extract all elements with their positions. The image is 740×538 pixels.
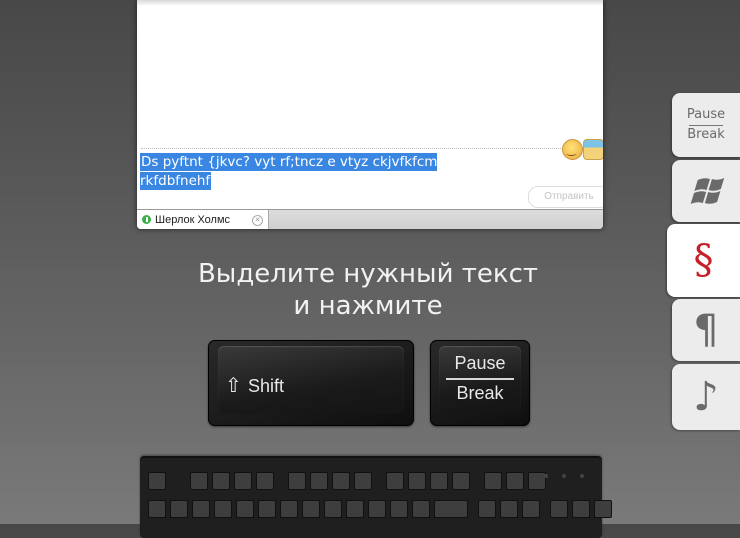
keyboard-led <box>580 474 584 478</box>
keyboard-key <box>412 500 430 518</box>
online-status-icon <box>142 215 151 224</box>
sidetab-break-label: Break <box>687 127 725 142</box>
chat-tab-bar: Шерлок Холмс ✕ <box>137 209 603 229</box>
sidetab-section[interactable]: § <box>667 224 740 297</box>
keyboard-key <box>452 472 470 490</box>
break-label: Break <box>456 383 504 403</box>
keyboard-key <box>390 500 408 518</box>
keyboard-led <box>562 474 566 478</box>
keyboard-key <box>408 472 426 490</box>
keyboard-key <box>386 472 404 490</box>
keyboard-key <box>288 472 306 490</box>
music-note-icon: ♪ <box>693 374 719 420</box>
keyboard-key <box>500 500 518 518</box>
shift-keycap: ⇧ Shift <box>218 346 404 414</box>
chat-tab[interactable]: Шерлок Холмс ✕ <box>137 210 269 229</box>
contact-name: Шерлок Холмс <box>155 214 231 226</box>
instruction-line-2: и нажмите <box>293 291 443 321</box>
keyboard-number-row <box>148 500 612 518</box>
keyboard-key <box>190 472 208 490</box>
input-divider <box>141 148 563 149</box>
pause-break-key: Pause Break <box>430 340 530 426</box>
sidetab-pause-break[interactable]: Pause Break <box>672 93 740 157</box>
keyboard-key <box>478 500 496 518</box>
keyboard-key <box>192 500 210 518</box>
keyboard-key <box>594 500 612 518</box>
keyboard-key <box>572 500 590 518</box>
keyboard-key <box>234 472 252 490</box>
keyboard-key <box>506 472 524 490</box>
sidetab-music[interactable]: ♪ <box>672 364 740 430</box>
keyboard-key <box>324 500 342 518</box>
windows-logo-icon <box>690 178 725 204</box>
smiley-icon[interactable] <box>562 139 583 160</box>
keyboard-key <box>170 500 188 518</box>
selected-text[interactable]: Ds pyftnt {jkvc? vyt rf;tncz e vtyz ckjv… <box>140 153 438 190</box>
keyboard-key <box>280 500 298 518</box>
shift-key: ⇧ Shift <box>208 340 414 426</box>
keyboard-key <box>214 500 232 518</box>
keyboard-key <box>430 472 448 490</box>
keyboard-image <box>140 456 612 538</box>
keyboard-key <box>434 500 468 518</box>
chat-history-top <box>137 0 603 6</box>
message-input[interactable]: Ds pyftnt {jkvc? vyt rf;tncz e vtyz ckjv… <box>140 153 460 191</box>
chat-window: Ds pyftnt {jkvc? vyt rf;tncz e vtyz ckjv… <box>137 0 603 229</box>
keyboard-key <box>302 500 320 518</box>
instruction-line-1: Выделите нужный текст <box>197 259 539 289</box>
shift-arrow-icon: ⇧ <box>225 375 242 397</box>
send-button[interactable]: Отправить <box>528 186 603 208</box>
keyboard-key <box>484 472 502 490</box>
keyboard-key <box>368 500 386 518</box>
key-divider <box>446 378 514 380</box>
keyboard-key <box>332 472 350 490</box>
sidetab-pilcrow[interactable]: ¶ <box>672 299 740 361</box>
sidetab-divider <box>689 125 723 126</box>
keyboard-key <box>346 500 364 518</box>
close-tab-icon[interactable]: ✕ <box>252 215 263 226</box>
keyboard-key <box>310 472 328 490</box>
keyboard-key <box>550 500 568 518</box>
keyboard-key <box>354 472 372 490</box>
sidetab-windows[interactable] <box>672 160 740 222</box>
keyboard-led <box>544 474 548 478</box>
keyboard-key <box>522 500 540 518</box>
pause-label: Pause <box>454 353 506 373</box>
shift-label: Shift <box>248 376 285 396</box>
keyboard-key <box>236 500 254 518</box>
sidetab-pause-label: Pause <box>686 107 726 122</box>
pilcrow-icon: ¶ <box>693 307 719 353</box>
section-sign-icon: § <box>693 237 714 283</box>
keyboard-key <box>258 500 276 518</box>
keyboard-function-row <box>148 472 546 490</box>
keyboard-key <box>212 472 230 490</box>
pause-break-keycap: Pause Break <box>439 346 521 414</box>
keyboard-key <box>256 472 274 490</box>
keyboard-key <box>148 472 166 490</box>
gift-icon[interactable] <box>583 139 603 160</box>
keyboard-key <box>148 500 166 518</box>
